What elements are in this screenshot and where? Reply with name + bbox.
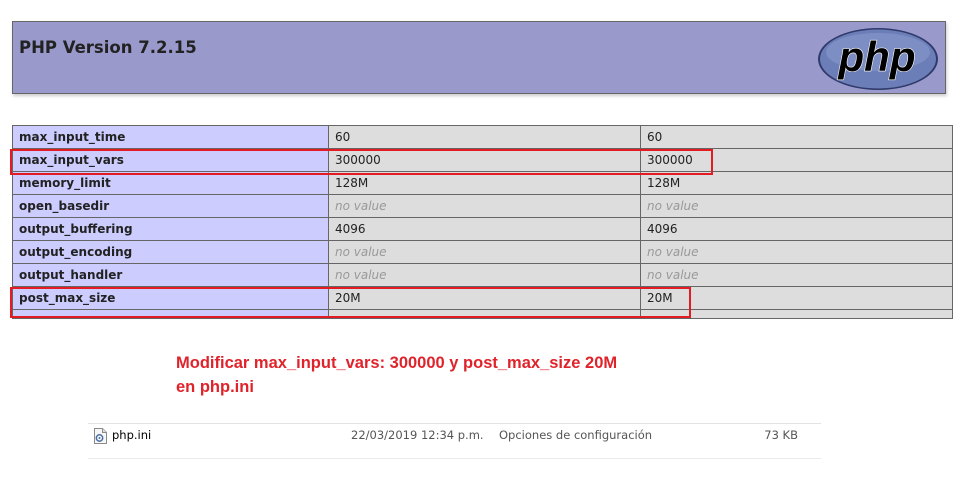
file-list-row[interactable]: php.ini 22/03/2019 12:34 p.m. Opciones d…	[88, 423, 821, 459]
file-type: Opciones de configuración	[499, 428, 653, 442]
directive-name: post_max_size	[12, 286, 329, 310]
table-row-partial	[12, 309, 953, 319]
php-logo: php	[818, 28, 938, 90]
table-row: output_encoding no value no value	[12, 240, 953, 264]
directive-name	[12, 309, 329, 319]
php-logo-text: php	[838, 33, 916, 80]
directive-name: max_input_vars	[12, 148, 329, 172]
table-row: max_input_vars 300000 300000	[12, 148, 953, 172]
master-value: no value	[640, 194, 953, 218]
local-value: 300000	[328, 148, 641, 172]
master-value: 20M	[640, 286, 953, 310]
master-value: no value	[640, 240, 953, 264]
local-value: 4096	[328, 217, 641, 241]
php-config-table: max_input_time 60 60 max_input_vars 3000…	[12, 125, 953, 319]
annotation-note: Modificar max_input_vars: 300000 y post_…	[176, 351, 617, 399]
directive-name: output_encoding	[12, 240, 329, 264]
local-value: 60	[328, 125, 641, 149]
table-row: output_buffering 4096 4096	[12, 217, 953, 241]
annotation-line-2: en php.ini	[176, 378, 254, 396]
directive-name: max_input_time	[12, 125, 329, 149]
master-value	[640, 309, 953, 319]
settings-file-icon	[93, 428, 108, 447]
table-row: memory_limit 128M 128M	[12, 171, 953, 195]
local-value: 128M	[328, 171, 641, 195]
master-value: 300000	[640, 148, 953, 172]
master-value: 4096	[640, 217, 953, 241]
file-name: php.ini	[112, 428, 152, 442]
master-value: 60	[640, 125, 953, 149]
local-value	[328, 309, 641, 319]
table-row: open_basedir no value no value	[12, 194, 953, 218]
page-title: PHP Version 7.2.15	[19, 38, 197, 57]
annotation-line-1: Modificar max_input_vars: 300000 y post_…	[176, 354, 618, 372]
file-date-modified: 22/03/2019 12:34 p.m.	[351, 428, 484, 442]
master-value: 128M	[640, 171, 953, 195]
directive-name: open_basedir	[12, 194, 329, 218]
directive-name: output_handler	[12, 263, 329, 287]
directive-name: memory_limit	[12, 171, 329, 195]
table-row: output_handler no value no value	[12, 263, 953, 287]
local-value: no value	[328, 240, 641, 264]
file-size: 73 KB	[764, 428, 798, 442]
directive-name: output_buffering	[12, 217, 329, 241]
master-value: no value	[640, 263, 953, 287]
local-value: no value	[328, 194, 641, 218]
local-value: 20M	[328, 286, 641, 310]
local-value: no value	[328, 263, 641, 287]
table-row: post_max_size 20M 20M	[12, 286, 953, 310]
php-info-header: PHP Version 7.2.15 php	[12, 21, 946, 94]
table-row: max_input_time 60 60	[12, 125, 953, 149]
